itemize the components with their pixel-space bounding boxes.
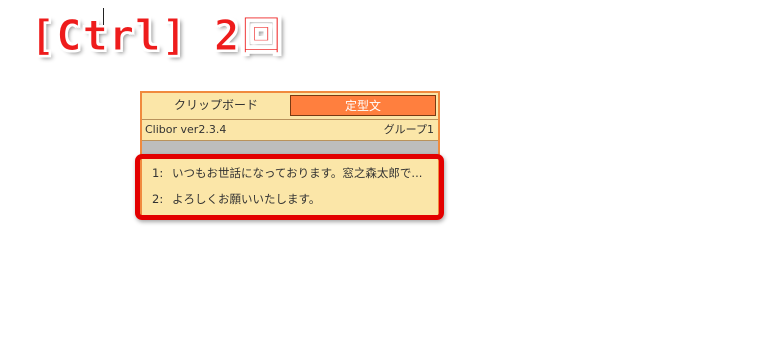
tab-clipboard[interactable]: クリップボード	[146, 95, 286, 116]
tab-bar: クリップボード 定型文	[142, 93, 438, 120]
divider-bar	[142, 141, 438, 155]
highlight-box	[135, 154, 444, 220]
instruction-heading: [Ctrl] 2回	[29, 11, 284, 61]
info-bar: Clibor ver2.3.4 グループ1	[142, 120, 438, 141]
group-selector[interactable]: グループ1	[384, 120, 434, 140]
version-label: Clibor ver2.3.4	[145, 123, 227, 136]
tab-fixed-phrases[interactable]: 定型文	[290, 95, 436, 116]
